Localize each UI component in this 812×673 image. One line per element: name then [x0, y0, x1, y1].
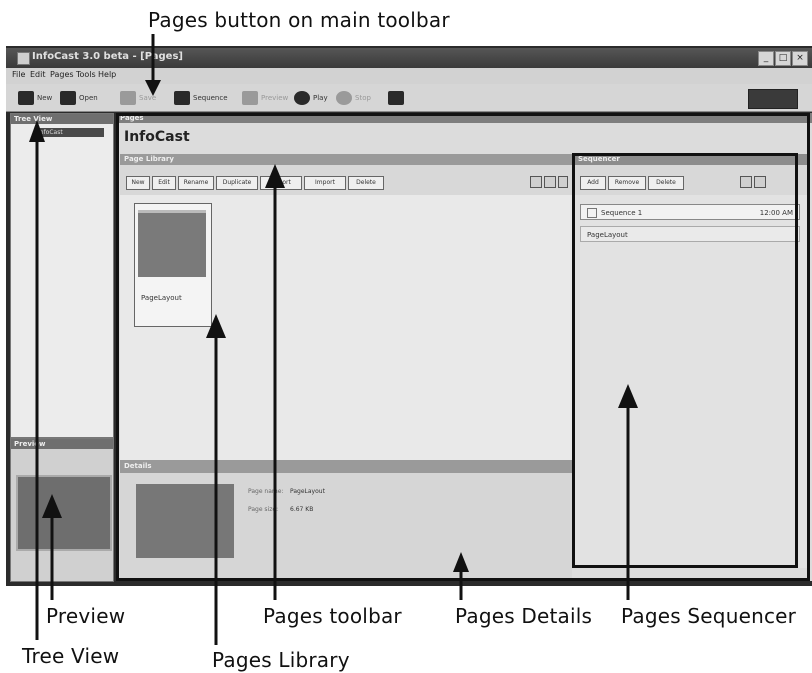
callout-preview: Preview: [46, 604, 126, 628]
sequence-page-row[interactable]: PageLayout: [580, 226, 800, 242]
preview-label: Preview: [261, 94, 289, 102]
sequencer-list-view-icon[interactable]: [740, 176, 752, 188]
main-toolbar: New Open Save Sequence Preview Play Stop: [6, 84, 812, 112]
stop-label: Stop: [355, 94, 371, 102]
pages-sequencer: Sequencer Add Remove Delete Sequence 1 1…: [574, 154, 810, 568]
new-button[interactable]: New: [18, 89, 52, 107]
new-icon: [18, 91, 34, 105]
page-name-value: PageLayout: [290, 488, 325, 495]
play-label: Play: [313, 94, 328, 102]
menu-tools[interactable]: Tools: [76, 70, 96, 79]
page-size-value: 6.67 KB: [290, 506, 314, 513]
callout-tree-view: Tree View: [22, 644, 120, 668]
window-title: InfoCast 3.0 beta - [Pages]: [32, 51, 183, 62]
close-button[interactable]: ×: [792, 51, 808, 66]
tools-button[interactable]: [388, 89, 404, 107]
save-icon: [120, 91, 136, 105]
add-sequence-button[interactable]: Add: [580, 176, 606, 190]
callout-pages-details: Pages Details: [455, 604, 593, 628]
library-header: Page Library: [120, 154, 572, 165]
pages-title: InfoCast: [124, 129, 190, 145]
details-preview-image: [136, 484, 234, 558]
page-thumbnail-label: PageLayout: [141, 294, 182, 302]
open-icon: [60, 91, 76, 105]
details-header: Details: [120, 460, 572, 473]
menu-file[interactable]: File: [12, 70, 25, 79]
duplicate-page-button[interactable]: Duplicate: [216, 176, 258, 190]
remove-sequence-button[interactable]: Remove: [608, 176, 646, 190]
save-label: Save: [139, 94, 157, 102]
tree-view-header: Tree View: [11, 114, 113, 124]
new-label: New: [37, 94, 53, 102]
preview-image: [16, 475, 112, 551]
callout-pages-toolbar: Pages toolbar: [263, 604, 402, 628]
rename-page-button[interactable]: Rename: [178, 176, 214, 190]
menu-edit[interactable]: Edit: [30, 70, 46, 79]
page-thumbnail-image: [138, 210, 206, 277]
pages-toolbar: New Edit Rename Duplicate Export Import …: [120, 165, 572, 195]
save-button[interactable]: Save: [120, 89, 156, 107]
preview-panel: Preview: [10, 438, 114, 582]
new-page-button[interactable]: New: [126, 176, 150, 190]
open-label: Open: [79, 94, 98, 102]
play-icon: [294, 91, 310, 105]
library-content: PageLayout: [120, 195, 572, 460]
pages-library: Page Library New Edit Rename Duplicate E…: [120, 154, 572, 460]
export-page-button[interactable]: Export: [260, 176, 302, 190]
large-icons-view-icon[interactable]: [530, 176, 542, 188]
menu-pages[interactable]: Pages: [50, 70, 74, 79]
minimize-button[interactable]: _: [758, 51, 774, 66]
list-view-icon[interactable]: [544, 176, 556, 188]
sequence-checkbox[interactable]: [587, 208, 597, 218]
maximize-button[interactable]: □: [775, 51, 791, 66]
title-bar: InfoCast 3.0 beta - [Pages] _ □ ×: [6, 48, 812, 68]
delete-page-button[interactable]: Delete: [348, 176, 384, 190]
edit-page-button[interactable]: Edit: [152, 176, 176, 190]
sequence-label: Sequence: [193, 94, 228, 102]
tree-item-infocast[interactable]: InfoCast: [35, 128, 104, 137]
pages-header: Pages: [116, 113, 812, 123]
play-button[interactable]: Play: [294, 89, 328, 107]
stop-icon: [336, 91, 352, 105]
page-name-label: Page name:: [248, 488, 284, 495]
page-thumbnail[interactable]: PageLayout: [134, 203, 212, 327]
page-size-label: Page size:: [248, 506, 279, 513]
sequence-time: 12:00 AM: [759, 209, 793, 217]
sequencer-details-view-icon[interactable]: [754, 176, 766, 188]
delete-sequence-button[interactable]: Delete: [648, 176, 684, 190]
callout-pages-sequencer: Pages Sequencer: [621, 604, 797, 628]
callout-pages-library: Pages Library: [212, 648, 350, 672]
preview-header: Preview: [11, 439, 113, 449]
stop-button[interactable]: Stop: [336, 89, 371, 107]
sequencer-header: Sequencer: [574, 154, 810, 165]
status-indicator: [748, 89, 798, 109]
pages-details: Details Page name: PageLayout Page size:…: [120, 460, 572, 580]
menu-bar: File Edit Pages Tools Help: [6, 68, 812, 84]
import-page-button[interactable]: Import: [304, 176, 346, 190]
menu-help[interactable]: Help: [98, 70, 116, 79]
sequence-name: Sequence 1: [601, 209, 643, 217]
preview-button[interactable]: Preview: [242, 89, 288, 107]
details-view-icon[interactable]: [558, 176, 568, 188]
sequencer-toolbar: Add Remove Delete: [574, 165, 810, 195]
pages-sequence-button[interactable]: Sequence: [174, 89, 228, 107]
tools-icon: [388, 91, 404, 105]
tree-view-panel: Tree View InfoCast: [10, 113, 114, 438]
preview-icon: [242, 91, 258, 105]
sequence-row[interactable]: Sequence 1 12:00 AM: [580, 204, 800, 220]
sequence-page-name: PageLayout: [587, 231, 628, 239]
callout-pages-button: Pages button on main toolbar: [148, 8, 450, 32]
pages-icon: [174, 91, 190, 105]
app-icon: [17, 52, 30, 65]
open-button[interactable]: Open: [60, 89, 98, 107]
